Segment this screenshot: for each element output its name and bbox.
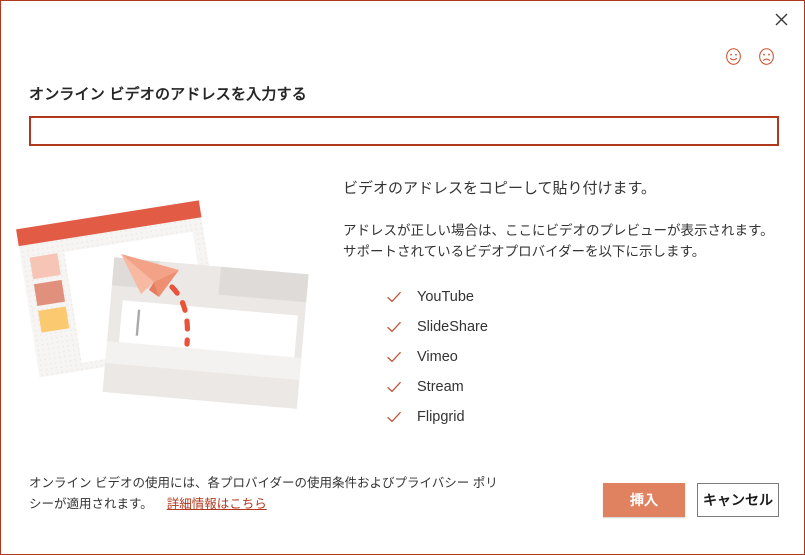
list-item: SlideShare (386, 312, 488, 342)
online-video-dialog: オンライン ビデオのアドレスを入力する ビデオのアドレスをコピーして貼り付けます… (0, 0, 805, 555)
check-icon (386, 319, 402, 335)
check-icon (386, 379, 402, 395)
list-item: YouTube (386, 282, 488, 312)
info-secondary-line-1: アドレスが正しい場合は、ここにビデオのプレビューが表示されます。 (343, 223, 774, 238)
dialog-heading: オンライン ビデオのアドレスを入力する (29, 86, 307, 103)
check-icon (386, 409, 402, 425)
list-item: Vimeo (386, 342, 488, 372)
check-icon (386, 289, 402, 305)
provider-label: Flipgrid (417, 409, 465, 425)
close-icon (775, 13, 788, 26)
paste-video-address-illustration (9, 186, 339, 426)
provider-label: Stream (417, 379, 464, 395)
more-info-link[interactable]: 詳細情報はこちら (167, 497, 267, 511)
provider-label: YouTube (417, 289, 474, 305)
list-item: Flipgrid (386, 402, 488, 432)
info-secondary-text: アドレスが正しい場合は、ここにビデオのプレビューが表示されます。 サポートされて… (343, 220, 774, 262)
smiley-sad-icon[interactable] (757, 47, 776, 66)
provider-label: Vimeo (417, 349, 458, 365)
dialog-actions: 挿入 キャンセル (603, 483, 779, 517)
check-icon (386, 349, 402, 365)
smiley-happy-icon[interactable] (724, 47, 743, 66)
list-item: Stream (386, 372, 488, 402)
legal-note-line-1: オンライン ビデオの使用には、各プロバイダーの使用条件およびプライバシー ポリ (29, 476, 498, 490)
legal-note-line-2: シーが適用されます。 詳細情報はこちら (29, 494, 589, 515)
legal-note-line-2-text: シーが適用されます。 (29, 497, 153, 511)
legal-note: オンライン ビデオの使用には、各プロバイダーの使用条件およびプライバシー ポリ … (29, 473, 589, 515)
insert-button[interactable]: 挿入 (603, 483, 685, 517)
supported-provider-list: YouTube SlideShare Vimeo Stream Flipgrid (386, 282, 488, 432)
cancel-button[interactable]: キャンセル (697, 483, 779, 517)
provider-label: SlideShare (417, 319, 488, 335)
close-button[interactable] (764, 5, 798, 33)
info-primary-text: ビデオのアドレスをコピーして貼り付けます。 (343, 180, 657, 197)
info-secondary-line-2: サポートされているビデオプロバイダーを以下に示します。 (343, 244, 706, 259)
feedback-buttons (724, 47, 776, 66)
video-address-input[interactable] (29, 116, 779, 146)
